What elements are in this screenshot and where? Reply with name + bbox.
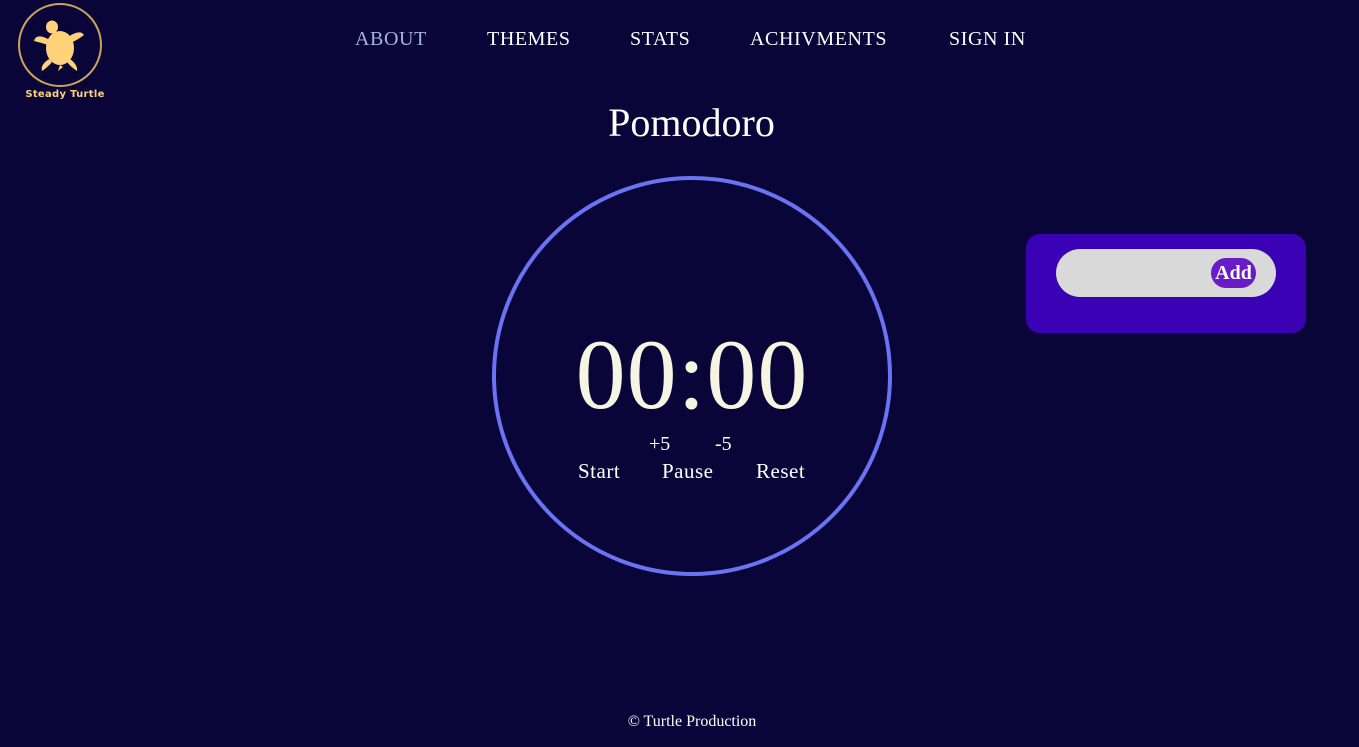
subtract-five-minutes-button[interactable]: -5 <box>715 433 732 456</box>
nav-about[interactable]: ABOUT <box>355 28 427 51</box>
add-five-minutes-button[interactable]: +5 <box>649 433 670 456</box>
timer-display: 00:00 <box>575 319 809 430</box>
nav-themes[interactable]: THEMES <box>487 28 571 51</box>
nav-achievements[interactable]: ACHIVMENTS <box>750 28 887 51</box>
page-title: Pomodoro <box>608 100 775 145</box>
pause-button[interactable]: Pause <box>662 459 714 484</box>
add-task-button[interactable]: Add <box>1211 258 1256 288</box>
footer-copyright: © Turtle Production <box>627 713 757 730</box>
task-panel: Add <box>1026 234 1306 333</box>
nav-stats[interactable]: STATS <box>630 28 690 51</box>
reset-button[interactable]: Reset <box>756 459 805 484</box>
task-input-container: Add <box>1056 249 1276 297</box>
main-nav: ABOUT THEMES STATS ACHIVMENTS SIGN IN <box>0 28 1359 54</box>
task-input[interactable] <box>1074 257 1208 291</box>
start-button[interactable]: Start <box>578 459 620 484</box>
nav-sign-in[interactable]: SIGN IN <box>949 28 1026 51</box>
